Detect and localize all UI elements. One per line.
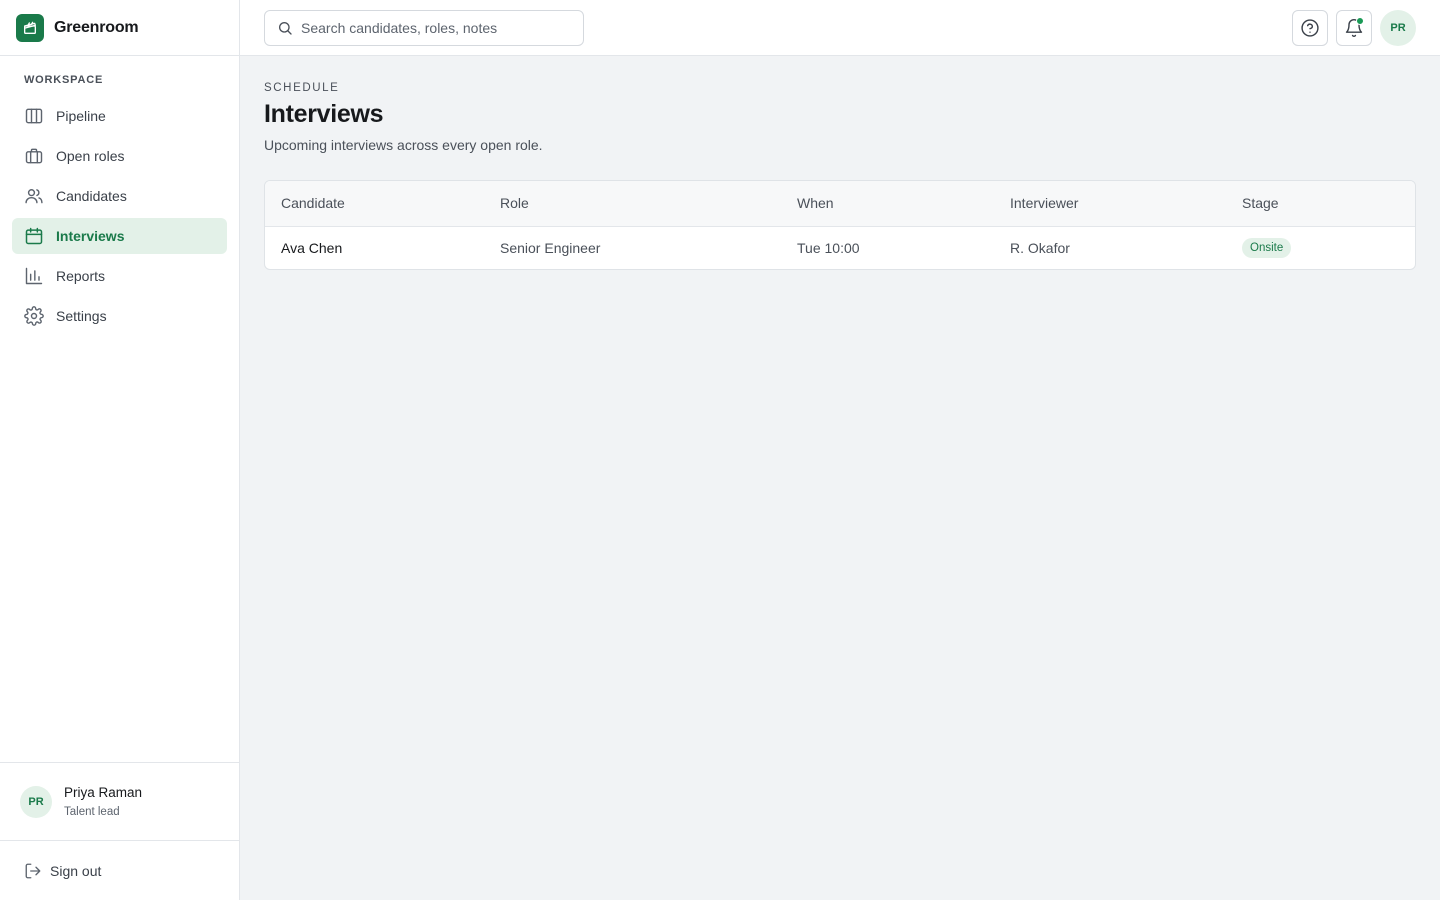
help-button[interactable] bbox=[1292, 10, 1328, 46]
help-icon bbox=[1300, 18, 1320, 38]
calendar-icon bbox=[24, 226, 44, 246]
notifications-button[interactable] bbox=[1336, 10, 1372, 46]
sidebar-item-label: Reports bbox=[56, 268, 106, 284]
user-avatar-button[interactable]: PR bbox=[1380, 10, 1416, 46]
avatar: PR bbox=[20, 785, 52, 818]
table-row[interactable]: Ava Chen Senior Engineer Tue 10:00 R. Ok… bbox=[265, 226, 1415, 269]
cell-stage: Onsite bbox=[1226, 226, 1415, 269]
sidebar-item-reports[interactable]: Reports bbox=[12, 258, 227, 294]
brand[interactable]: Greenroom bbox=[0, 0, 239, 56]
sidebar-item-label: Pipeline bbox=[56, 108, 106, 124]
sign-out-icon bbox=[24, 862, 42, 880]
cell-interviewer: R. Okafor bbox=[1010, 240, 1070, 257]
sidebar-item-interviews[interactable]: Interviews bbox=[12, 218, 227, 254]
table-header-row: Candidate Role When Interviewer Stage bbox=[265, 181, 1415, 227]
sidebar-item-label: Interviews bbox=[56, 228, 125, 244]
user-meta: Priya Raman Talent lead bbox=[64, 784, 142, 820]
search-input[interactable] bbox=[301, 20, 571, 36]
sidebar-item-label: Settings bbox=[56, 308, 107, 324]
sidebar-item-candidates[interactable]: Candidates bbox=[12, 178, 227, 214]
sidebar: Greenroom WORKSPACE Pipeline Open roles … bbox=[0, 0, 240, 900]
interviews-table: Candidate Role When Interviewer Stage Av… bbox=[264, 180, 1416, 270]
current-user[interactable]: PR Priya Raman Talent lead bbox=[0, 762, 239, 840]
column-header-role[interactable]: Role bbox=[484, 181, 781, 227]
sidebar-item-pipeline[interactable]: Pipeline bbox=[12, 98, 227, 134]
bar-chart-icon bbox=[24, 266, 44, 286]
column-header-stage[interactable]: Stage bbox=[1226, 181, 1415, 227]
status-badge: Onsite bbox=[1242, 238, 1292, 259]
users-icon bbox=[24, 186, 44, 206]
sign-out-label: Sign out bbox=[50, 862, 102, 879]
briefcase-icon bbox=[24, 146, 44, 166]
cell-candidate: Ava Chen bbox=[281, 240, 343, 257]
sidebar-item-label: Candidates bbox=[56, 188, 127, 204]
user-role: Talent lead bbox=[64, 805, 120, 818]
column-header-when[interactable]: When bbox=[781, 181, 994, 227]
topbar: PR bbox=[240, 0, 1440, 56]
columns-icon bbox=[24, 106, 44, 126]
section-label-workspace: WORKSPACE bbox=[24, 74, 104, 86]
cell-when: Tue 10:00 bbox=[797, 240, 860, 257]
cell-role: Senior Engineer bbox=[500, 240, 601, 257]
page-subtitle: Upcoming interviews across every open ro… bbox=[264, 137, 543, 153]
sidebar-item-label: Open roles bbox=[56, 148, 125, 164]
user-name: Priya Raman bbox=[64, 784, 143, 800]
sidebar-nav: Pipeline Open roles Candidates Interview… bbox=[12, 98, 227, 338]
search-icon bbox=[277, 20, 293, 36]
clapperboard-icon bbox=[16, 13, 44, 42]
page-eyebrow: SCHEDULE bbox=[264, 82, 340, 94]
column-header-interviewer[interactable]: Interviewer bbox=[994, 181, 1226, 227]
app-name: Greenroom bbox=[54, 18, 139, 36]
page-title: Interviews bbox=[264, 100, 384, 128]
search-box[interactable] bbox=[264, 10, 584, 46]
gear-icon bbox=[24, 306, 44, 326]
sidebar-item-open-roles[interactable]: Open roles bbox=[12, 138, 227, 174]
notification-dot bbox=[1356, 17, 1364, 25]
column-header-candidate[interactable]: Candidate bbox=[265, 181, 484, 227]
sidebar-item-settings[interactable]: Settings bbox=[12, 298, 227, 334]
sign-out-button[interactable]: Sign out bbox=[0, 840, 239, 900]
